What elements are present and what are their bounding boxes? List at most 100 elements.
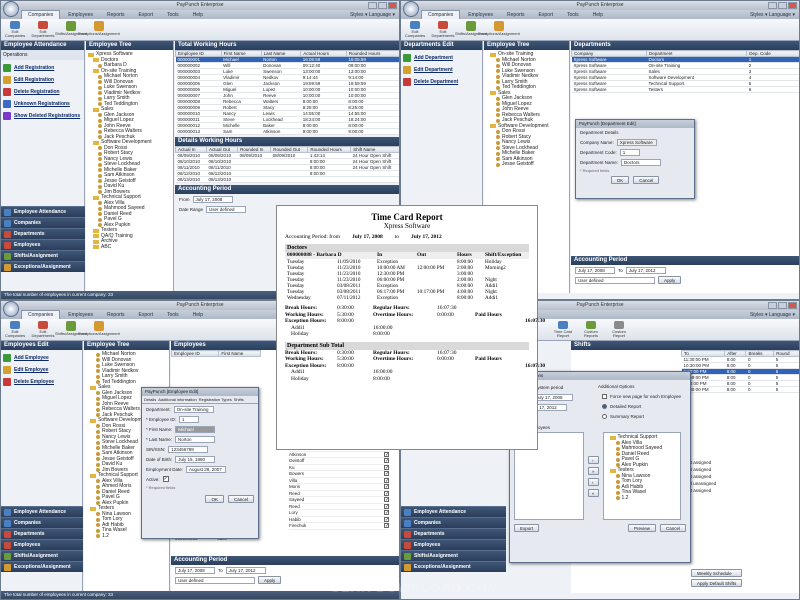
- col-first-name[interactable]: First Name: [218, 350, 261, 357]
- move-right-button[interactable]: ›: [588, 455, 599, 464]
- active-checkbox[interactable]: ✓: [384, 497, 389, 503]
- active-checkbox[interactable]: ✓: [384, 451, 389, 457]
- tab-employees[interactable]: Employees: [62, 11, 99, 19]
- tab-tools[interactable]: Tools: [161, 311, 185, 319]
- active-checkbox[interactable]: ✓: [384, 510, 389, 516]
- delete-employee-link[interactable]: Delete Employee: [3, 376, 80, 388]
- active-checkbox[interactable]: ✓: [384, 523, 389, 529]
- edit-companies-button[interactable]: Edit Companies: [403, 21, 427, 38]
- tab-tools[interactable]: Tools: [561, 11, 585, 19]
- to-date-input[interactable]: July 17, 2012: [225, 566, 266, 574]
- nav-shifts[interactable]: Shifts/Assignment: [1, 250, 85, 261]
- tab-reports[interactable]: Reports: [101, 11, 131, 19]
- nav-employees[interactable]: Employees: [1, 239, 85, 250]
- active-checkbox[interactable]: ✓: [384, 458, 389, 464]
- from-date-input[interactable]: July 17, 2008: [532, 393, 573, 401]
- employee-tree[interactable]: Xpress Software Doctors Barbara D On-site T…: [86, 50, 173, 252]
- table-row[interactable]: 08/09/2010 08/09/2010 08/09/2010 08/09/2010…: [175, 152, 399, 159]
- app-orb-icon[interactable]: [3, 301, 19, 317]
- tab-export[interactable]: Export: [533, 11, 559, 19]
- weekly-schedule-button[interactable]: Weekly Schedule: [691, 569, 743, 577]
- date-range-select[interactable]: User defined: [575, 276, 655, 284]
- nav-employees[interactable]: Employees: [1, 539, 83, 550]
- nav-exceptions[interactable]: Exceptions/Assignment: [1, 261, 85, 272]
- details-hours-grid[interactable]: Actual In Actual Out Rounded In Rounded Out…: [175, 146, 399, 183]
- nav-companies[interactable]: Companies: [1, 217, 85, 228]
- tab-companies[interactable]: Companies: [21, 310, 61, 319]
- first-name-input[interactable]: Michael: [175, 425, 216, 433]
- exceptions-assignment-button[interactable]: Exceptions/Assignment: [478, 21, 520, 38]
- add-registration-link[interactable]: Add Registration: [3, 62, 82, 74]
- date-range-select[interactable]: User defined: [175, 576, 255, 584]
- tab-export[interactable]: Export: [133, 11, 159, 19]
- nav-departments[interactable]: Departments: [1, 528, 83, 539]
- add-employee-link[interactable]: Add Employee: [3, 352, 80, 364]
- minimize-button[interactable]: [768, 302, 777, 309]
- tab-companies[interactable]: Companies: [421, 10, 461, 19]
- preview-button[interactable]: Preview: [627, 524, 656, 532]
- move-all-right-button[interactable]: »: [588, 466, 599, 475]
- working-hours-grid[interactable]: Employee ID First Name Last Name Actual Hou…: [175, 50, 399, 135]
- from-date-input[interactable]: July 17, 2008: [175, 566, 215, 574]
- cancel-button[interactable]: Cancel: [659, 524, 686, 532]
- exceptions-assignment-button[interactable]: Exceptions/Assignment: [78, 321, 120, 338]
- edit-registration-link[interactable]: Edit Registration: [3, 74, 82, 86]
- nav-departments[interactable]: Departments: [401, 528, 506, 539]
- summary-report-option[interactable]: Summary Report: [598, 411, 686, 421]
- move-left-button[interactable]: ‹: [588, 477, 599, 486]
- apply-button[interactable]: Apply: [258, 576, 282, 584]
- show-deleted-link[interactable]: Show Deleted Registrations: [3, 110, 82, 122]
- date-range-select[interactable]: User defined: [206, 205, 247, 213]
- edit-companies-button[interactable]: Edit Companies: [3, 21, 27, 38]
- custom-report-button[interactable]: Custom Report: [607, 321, 631, 338]
- apply-button[interactable]: Apply: [658, 276, 682, 284]
- from-date-input[interactable]: July 17, 2008: [192, 195, 233, 203]
- selected-list[interactable]: Technical Support Alex Villa Mahmood Sayee…: [602, 432, 681, 520]
- tab-employees[interactable]: Employees: [462, 11, 499, 19]
- delete-registration-link[interactable]: Delete Registration: [3, 86, 82, 98]
- edit-departments-button[interactable]: Edit Departments: [31, 321, 55, 338]
- edit-companies-button[interactable]: Edit Companies: [3, 321, 27, 338]
- apply-default-shifts-button[interactable]: Apply Default Shifts: [691, 579, 743, 587]
- shifts-grid[interactable]: To After Breaks Round 11:30:00 PM 8:00 0 5 10:30…: [680, 350, 799, 393]
- table-row[interactable]: 08/13/2010 08/13/2010: [175, 176, 399, 183]
- maximize-button[interactable]: [778, 302, 787, 309]
- cancel-button[interactable]: Cancel: [227, 495, 254, 503]
- export-button[interactable]: Export: [514, 524, 540, 532]
- tab-companies[interactable]: Companies: [21, 10, 61, 19]
- custom-reports-button[interactable]: Custom Reports: [579, 321, 603, 338]
- nav-employee-attendance[interactable]: Employee Attendance: [1, 506, 83, 517]
- ssn-input[interactable]: 123456789: [168, 445, 209, 453]
- app-orb-icon[interactable]: [403, 1, 419, 17]
- tree-node[interactable]: 1.2: [606, 495, 678, 502]
- style-language-menu[interactable]: Styles ▾ Language ▾: [344, 11, 399, 19]
- employee-tree[interactable]: On-site Training Michael Norton Will Donov…: [484, 50, 569, 170]
- force-new-page-checkbox[interactable]: [602, 393, 607, 399]
- detailed-report-radio[interactable]: [602, 403, 607, 409]
- active-checkbox[interactable]: ✓: [384, 484, 389, 490]
- tab-help[interactable]: Help: [187, 11, 209, 19]
- maximize-button[interactable]: [778, 2, 787, 9]
- last-name-input[interactable]: Norton: [175, 435, 216, 443]
- edit-departments-button[interactable]: Edit Departments: [431, 21, 455, 38]
- tab-employees[interactable]: Employees: [62, 311, 99, 319]
- style-language-menu[interactable]: Styles ▾ Language ▾: [744, 11, 799, 19]
- tab-details[interactable]: Details: [144, 397, 156, 402]
- active-checkbox[interactable]: ✓: [384, 490, 389, 496]
- nav-shifts[interactable]: Shifts/Assignment: [401, 550, 506, 561]
- ok-button[interactable]: OK: [610, 176, 630, 184]
- ok-button[interactable]: OK: [205, 495, 224, 503]
- department-select[interactable]: On-site Training: [173, 405, 214, 413]
- table-row[interactable]: Xpress Software Testers 6: [571, 86, 799, 93]
- table-row[interactable]: 000000013 Sam Atkinson 9:00:00 9:00:00: [175, 128, 399, 135]
- close-button[interactable]: [788, 302, 797, 309]
- employee-id-input[interactable]: 1: [179, 415, 200, 423]
- employment-date-picker[interactable]: August 28, 2007: [186, 465, 227, 473]
- department-code-input[interactable]: 1: [619, 148, 640, 156]
- dob-picker[interactable]: July 15, 1980: [175, 455, 216, 463]
- active-checkbox[interactable]: ✓: [384, 477, 389, 483]
- tab-shifts[interactable]: Shifts: [234, 397, 244, 402]
- tree-node[interactable]: ABC: [88, 244, 171, 251]
- add-department-link[interactable]: Add Department: [403, 52, 480, 64]
- nav-employee-attendance[interactable]: Employee Attendance: [401, 506, 506, 517]
